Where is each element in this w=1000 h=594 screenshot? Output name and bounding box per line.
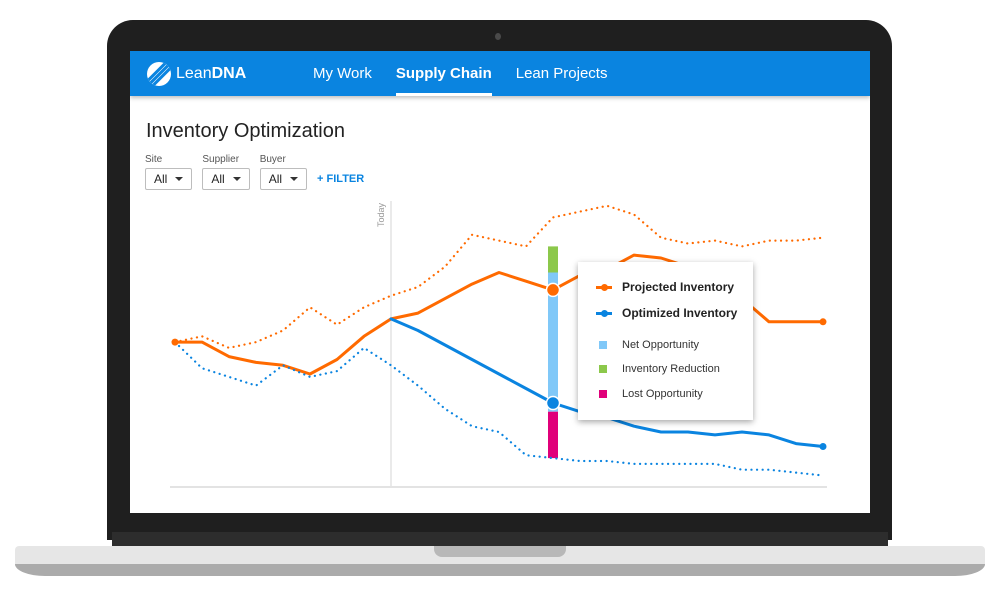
highlight-point [545, 395, 561, 411]
chart-tooltip: Projected Inventory Optimized Inventory … [578, 262, 753, 420]
magenta-square-icon [599, 390, 607, 398]
legend-lost-opportunity: Lost Opportunity [596, 388, 703, 400]
legend-label: Net Opportunity [622, 339, 700, 351]
laptop-notch [434, 546, 566, 557]
inventory-chart: Today [170, 201, 827, 488]
laptop-bezel-bottom [112, 532, 888, 546]
series-end-point [819, 443, 827, 450]
app-screen: LeanDNA My Work Supply Chain Lean Projec… [130, 51, 870, 513]
legend-net-opportunity: Net Opportunity [596, 339, 699, 351]
highlight-point [545, 282, 561, 298]
legend-label: Optimized Inventory [622, 306, 738, 320]
light-blue-square-icon [599, 341, 607, 349]
laptop-base-shadow [15, 564, 985, 576]
inventory-reduction-bar [548, 246, 558, 273]
green-square-icon [599, 365, 607, 373]
legend-optimized: Optimized Inventory [596, 306, 737, 320]
blue-line-marker-icon [596, 309, 612, 317]
series-end-point [819, 318, 827, 326]
legend-label: Inventory Reduction [622, 363, 720, 375]
camera-icon [495, 33, 501, 40]
legend-label: Lost Opportunity [622, 388, 703, 400]
legend-projected: Projected Inventory [596, 280, 734, 294]
series-start-point [171, 338, 179, 346]
legend-inventory-reduction: Inventory Reduction [596, 363, 720, 375]
orange-line-marker-icon [596, 283, 612, 291]
lost-opportunity-bar [548, 411, 558, 459]
today-label: Today [376, 202, 386, 227]
legend-label: Projected Inventory [622, 280, 735, 294]
